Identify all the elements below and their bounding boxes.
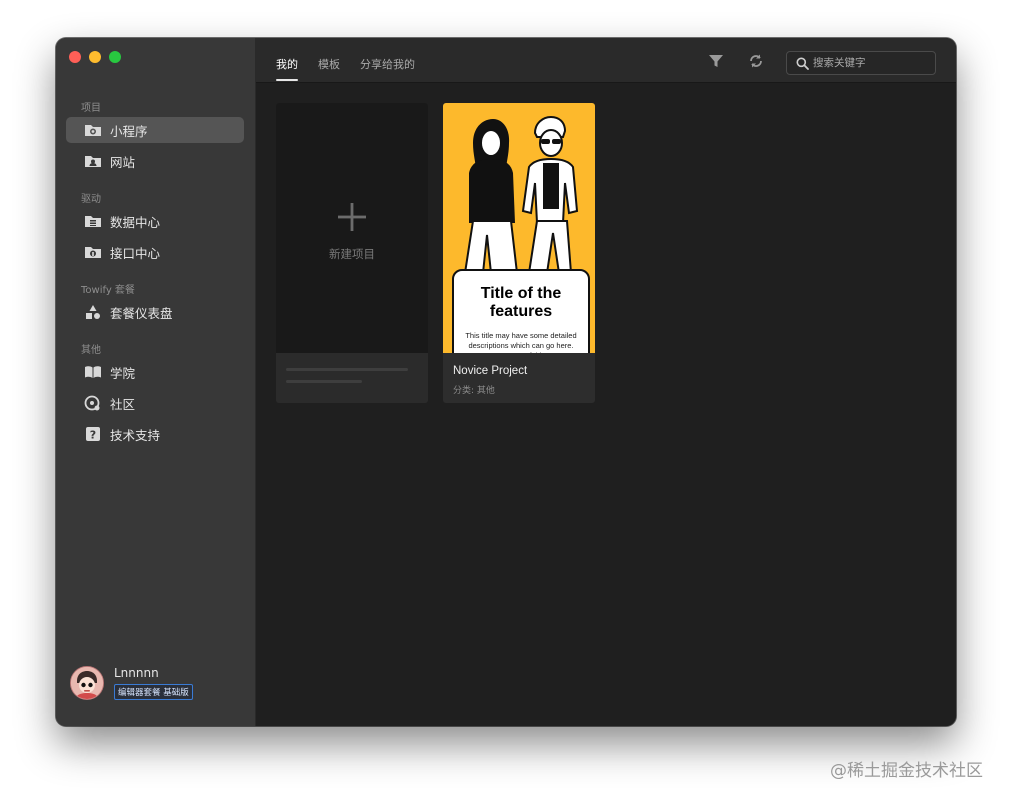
cover-title: Title of the features: [480, 285, 562, 320]
cover-text-panel: Title of the features This title may hav…: [452, 269, 590, 353]
window-controls: [69, 51, 121, 63]
shapes-icon: [84, 303, 102, 321]
refresh-icon[interactable]: [747, 52, 765, 70]
minimize-window-button[interactable]: [89, 51, 101, 63]
sidebar-item-label: 小程序: [110, 123, 148, 139]
username: Lnnnnn: [114, 666, 159, 680]
sidebar-item-mini-program[interactable]: 小程序: [66, 117, 244, 143]
sidebar-item-label: 学院: [110, 365, 136, 381]
sidebar-item-tech-support[interactable]: ? 技术支持: [66, 421, 244, 447]
sidebar-item-label: 接口中心: [110, 245, 161, 261]
search-icon: [796, 57, 809, 70]
svg-text:?: ?: [90, 429, 96, 442]
active-tab-indicator: [276, 79, 298, 81]
sidebar-item-website[interactable]: 网站: [66, 148, 244, 174]
zoom-window-button[interactable]: [109, 51, 121, 63]
sidebar-item-label: 套餐仪表盘: [110, 305, 173, 321]
section-title-other: 其他: [81, 345, 101, 356]
search-box[interactable]: [786, 51, 936, 75]
tab-shared-with-me[interactable]: 分享给我的: [360, 56, 415, 72]
sidebar: 项目 小程序 网站 驱动 数据中心 接口中心 Towify 套餐 套餐仪表盘 其…: [56, 38, 256, 726]
book-icon: [84, 363, 102, 381]
sidebar-item-community[interactable]: 社区: [66, 390, 244, 416]
plan-badge: 编辑器套餐 基础版: [114, 684, 193, 700]
top-toolbar: 我的 模板 分享给我的: [256, 38, 956, 83]
app-window: 项目 小程序 网站 驱动 数据中心 接口中心 Towify 套餐 套餐仪表盘 其…: [56, 38, 956, 726]
tab-templates[interactable]: 模板: [318, 56, 340, 72]
section-title-projects: 项目: [81, 103, 101, 114]
sidebar-item-label: 技术支持: [110, 427, 161, 443]
illustration-couple: [463, 115, 579, 273]
plus-icon: [338, 203, 366, 235]
sidebar-item-plan-dashboard[interactable]: 套餐仪表盘: [66, 299, 244, 325]
section-title-plans: Towify 套餐: [81, 285, 135, 296]
cover-description: This title may have some detailed descri…: [465, 331, 577, 353]
database-folder-icon: [84, 212, 102, 230]
search-input[interactable]: [813, 57, 923, 69]
sidebar-item-api-center[interactable]: 接口中心: [66, 239, 244, 265]
new-project-label: 新建项目: [329, 247, 375, 261]
user-profile[interactable]: Lnnnnn 编辑器套餐 基础版: [70, 666, 193, 700]
avatar[interactable]: [70, 666, 104, 700]
project-card[interactable]: Title of the features This title may hav…: [443, 103, 595, 403]
sidebar-item-label: 数据中心: [110, 214, 161, 230]
project-cover-image: Title of the features This title may hav…: [443, 103, 595, 353]
help-icon: ?: [84, 425, 102, 443]
close-window-button[interactable]: [69, 51, 81, 63]
tab-mine[interactable]: 我的: [276, 56, 298, 72]
placeholder-line: [286, 380, 362, 383]
api-folder-icon: [84, 243, 102, 261]
sidebar-item-data-center[interactable]: 数据中心: [66, 208, 244, 234]
sidebar-item-academy[interactable]: 学院: [66, 359, 244, 385]
watermark: @稀土掘金技术社区: [830, 761, 983, 781]
new-project-footer: [276, 353, 428, 403]
community-icon: [84, 394, 102, 412]
placeholder-line: [286, 368, 408, 371]
main-content: 我的 模板 分享给我的 新建项目: [256, 38, 956, 726]
sidebar-item-label: 网站: [110, 154, 136, 170]
website-folder-icon: [84, 152, 102, 170]
mini-program-folder-icon: [84, 121, 102, 139]
filter-icon[interactable]: [707, 52, 725, 70]
section-title-drivers: 驱动: [81, 194, 101, 205]
project-name: Novice Project: [453, 365, 528, 377]
new-project-card[interactable]: 新建项目: [276, 103, 428, 403]
sidebar-item-label: 社区: [110, 396, 136, 412]
project-category: 分类: 其他: [453, 386, 495, 396]
